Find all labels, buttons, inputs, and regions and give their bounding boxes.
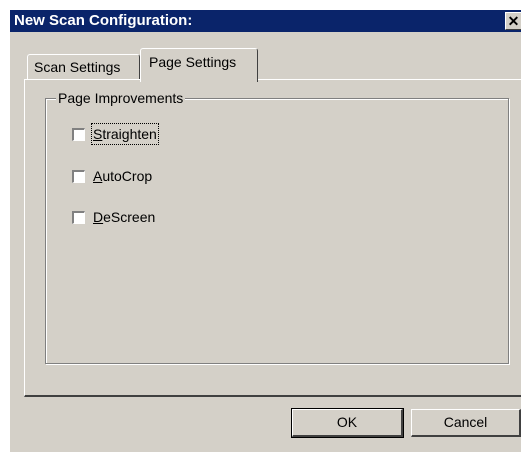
autocrop-label[interactable]: AutoCrop [93, 167, 152, 185]
descreen-option[interactable]: DeScreen [72, 207, 155, 227]
tab-scan-settings[interactable]: Scan Settings [27, 54, 140, 80]
autocrop-checkbox[interactable] [72, 169, 85, 183]
cancel-button[interactable]: Cancel [411, 409, 521, 437]
background-top [0, 0, 521, 10]
cancel-button-label: Cancel [443, 414, 488, 430]
tab-page-settings[interactable]: Page Settings [140, 48, 258, 82]
tab-label: Page Settings [149, 54, 237, 70]
ok-button-label: OK [336, 414, 358, 430]
straighten-checkbox[interactable] [72, 127, 85, 141]
title-bar[interactable]: New Scan Configuration: ✕ [10, 10, 521, 32]
tab-label: Scan Settings [34, 59, 121, 75]
straighten-option[interactable]: Straighten [72, 123, 159, 145]
background-left [0, 0, 10, 452]
close-icon: ✕ [507, 13, 520, 29]
group-legend-text: Page Improvements [58, 90, 184, 106]
straighten-label[interactable]: Straighten [91, 123, 159, 145]
close-button[interactable]: ✕ [505, 12, 521, 30]
descreen-checkbox[interactable] [72, 210, 85, 224]
window-title: New Scan Configuration: [14, 12, 193, 29]
autocrop-option[interactable]: AutoCrop [72, 166, 152, 186]
descreen-label[interactable]: DeScreen [93, 208, 155, 226]
ok-button[interactable]: OK [291, 408, 404, 438]
group-legend: Page Improvements [56, 89, 186, 107]
